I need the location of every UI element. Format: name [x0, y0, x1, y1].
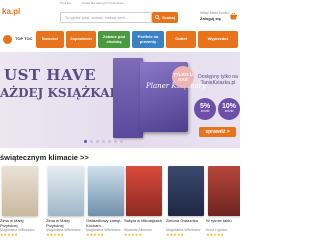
rating-stars: ★★★★★ [0, 232, 18, 237]
nav-label: TOP TOC [15, 36, 33, 42]
main-nav: TOP TOC Nowości Zapowiedzi Zobacz pod ch… [0, 31, 240, 48]
product-card[interactable]: Zielona Gwiazdka Magdalena Witkiewicz ★★★★… [166, 166, 206, 237]
book-cover-image[interactable] [2, 166, 38, 216]
discount-label: zniżki [200, 109, 210, 113]
book-cover-image[interactable] [208, 166, 240, 216]
rating-stars: ★★★★★ [86, 232, 104, 237]
product-title[interactable]: Zima w Małej Przytulnej [0, 219, 40, 228]
rating-stars: ★★★★★ [166, 232, 184, 237]
product-title[interactable]: Gwiazdkowy zamęt. Kocham... [86, 219, 126, 228]
product-title[interactable]: Zima w Małej Przytulnej [46, 219, 86, 228]
product-title[interactable]: Zielona Gwiazdka [166, 219, 206, 228]
book-cover-image[interactable] [168, 166, 204, 216]
product-card[interactable]: W rytmie taktu Anna Ligocka ★★★★★ [206, 166, 240, 237]
search-button-label: Szukaj [162, 15, 175, 20]
product-card[interactable]: Zima w Małej Przytulnej Magdalena Witkiew… [0, 166, 40, 237]
book-cover-image[interactable] [48, 166, 84, 216]
carousel-dot[interactable] [120, 140, 123, 143]
rating-stars: ★★★★★ [206, 232, 224, 237]
search-input[interactable]: Tu wpisz tytuł, autora, nazwę serii... [60, 12, 152, 23]
exclusive-badge: TYLKO U NAS [172, 66, 194, 88]
basket-icon[interactable] [229, 12, 238, 21]
section-title[interactable]: świątecznym klimacie >> [0, 153, 89, 162]
nav-item-upcoming[interactable]: Zapowiedzi [66, 31, 96, 48]
book-cover-image[interactable] [126, 166, 162, 216]
promo-banner[interactable]: UST HAVE AŻDEJ KSIĄŻKARY Planer Książkar… [0, 52, 240, 148]
nav-item-sale[interactable]: Wyprzedaż [198, 31, 238, 48]
product-card[interactable]: Zima w Małej Przytulnej Magdalena Witkiew… [46, 166, 86, 237]
search-icon [155, 15, 160, 20]
banner-line-2: AŻDEJ KSIĄŻKARY [0, 86, 128, 100]
book-spine-image [113, 58, 143, 138]
carousel-dot[interactable] [84, 140, 87, 143]
product-title[interactable]: W rytmie taktu [206, 219, 240, 228]
login-link[interactable]: Zaloguj się [200, 16, 221, 21]
product-card[interactable]: Gwiazdkowy zamęt. Kocham... Magdalena Wit… [86, 166, 126, 237]
carousel-dots [84, 140, 123, 143]
nav-item-new[interactable]: Nowości [36, 31, 64, 48]
check-button[interactable]: sprawdź > [199, 127, 236, 137]
product-carousel: Zima w Małej Przytulnej Magdalena Witkiew… [0, 166, 240, 240]
discount-badge: 10% zniżki [218, 98, 240, 120]
nav-item-top[interactable]: TOP TOC [0, 31, 34, 48]
top-icon [3, 35, 12, 44]
top-link[interactable]: Strefa dla wiernych czytelników [82, 1, 124, 5]
nav-item-gifts[interactable]: Portfele na prezenty [132, 31, 164, 48]
nav-item-christmas[interactable]: Zobacz pod choinkę [98, 31, 130, 48]
carousel-dot[interactable] [102, 140, 105, 143]
account-link[interactable]: Witaj! Masz konto? Zaloguj się [200, 11, 230, 22]
top-link[interactable]: Twoi ksi... [60, 1, 73, 5]
carousel-dot[interactable] [114, 140, 117, 143]
book-cover-image[interactable] [88, 166, 124, 216]
page: Twoi ksi... Strefa dla wiernych czytelni… [0, 0, 240, 240]
product-card[interactable]: Święta w Mikołajkach Wydanie Alimowe ★★★★★ [124, 166, 164, 237]
rating-stars: ★★★★★ [46, 232, 64, 237]
site-logo[interactable]: ka.pl [2, 7, 20, 16]
top-links-bar: Twoi ksi... Strefa dla wiernych czytelni… [0, 0, 240, 6]
nav-item-outlet[interactable]: Outlet [166, 31, 196, 48]
discount-label: zniżki [224, 109, 234, 113]
carousel-dot[interactable] [96, 140, 99, 143]
discount-badge: 5% zniżki [194, 98, 216, 120]
carousel-dot[interactable] [108, 140, 111, 143]
carousel-dot[interactable] [90, 140, 93, 143]
search-button[interactable]: Szukaj [152, 12, 178, 23]
banner-line-1: UST HAVE [4, 66, 97, 84]
rating-stars: ★★★★★ [124, 232, 142, 237]
availability-text: Dostępny tylko na TaniaKsiazka.pl [198, 74, 238, 86]
product-title[interactable]: Święta w Mikołajkach [124, 219, 164, 228]
